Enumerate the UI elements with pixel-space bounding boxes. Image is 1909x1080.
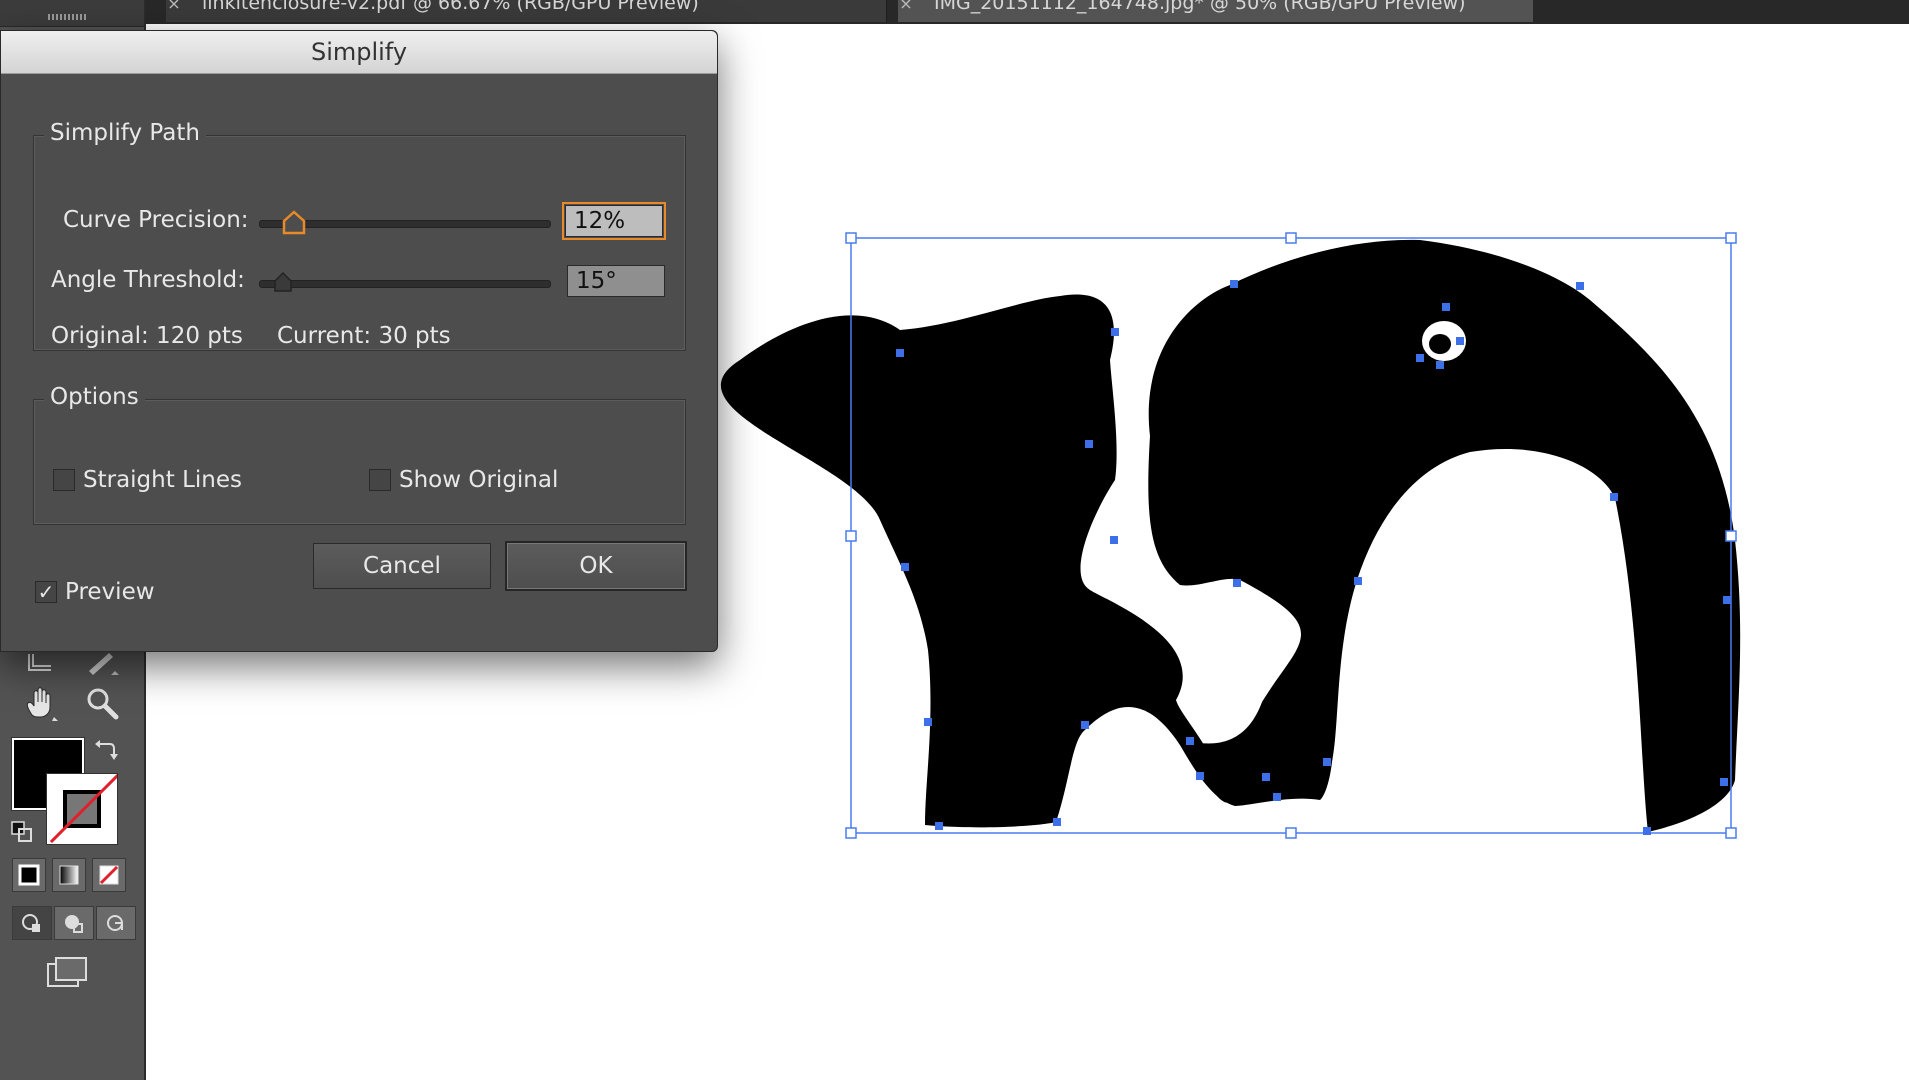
straight-lines-checkbox[interactable]: Straight Lines (53, 467, 242, 493)
tab-close-icon[interactable]: × (166, 0, 182, 13)
elephant-eye-pupil (1429, 334, 1451, 354)
angle-threshold-slider-thumb[interactable] (273, 271, 293, 293)
options-legend: Options (44, 384, 145, 410)
zoom-tool[interactable] (80, 682, 124, 724)
curve-precision-input[interactable] (562, 202, 666, 240)
color-mode-button[interactable] (12, 858, 46, 892)
tools-panel-header[interactable] (0, 0, 144, 27)
original-points-label: Original: 120 pts (51, 323, 243, 349)
preview-checkbox[interactable]: ✓ Preview (35, 579, 155, 605)
illustrator-window: × linkitenclosure-v2.pdf @ 66.67% (RGB/G… (0, 0, 1909, 1080)
hand-tool[interactable] (18, 682, 62, 724)
simplify-dialog: Simplify Simplify Path Curve Precision: … (0, 30, 718, 652)
ok-button[interactable]: OK (505, 541, 687, 591)
preview-checkmark-icon[interactable]: ✓ (35, 581, 57, 603)
draw-mode-row (12, 906, 136, 940)
draw-inside-button[interactable] (96, 906, 136, 940)
simplify-path-legend: Simplify Path (44, 120, 206, 146)
draw-normal-button[interactable] (12, 906, 52, 940)
show-original-checkbox-box[interactable] (369, 469, 391, 491)
document-tab-2[interactable]: × IMG_20151112_164748.jpg* @ 50% (RGB/GP… (898, 0, 1533, 22)
none-mode-icon (99, 865, 119, 885)
straight-lines-checkbox-box[interactable] (53, 469, 75, 491)
default-colors-icon[interactable] (10, 820, 34, 844)
draw-inside-icon (107, 915, 123, 931)
artboard-icon (28, 654, 51, 671)
dialog-title[interactable]: Simplify (1, 31, 717, 74)
tab-label: IMG_20151112_164748.jpg* @ 50% (RGB/GPU … (934, 0, 1466, 14)
draw-behind-button[interactable] (54, 906, 94, 940)
current-points-label: Current: 30 pts (277, 323, 451, 349)
tab-label: linkitenclosure-v2.pdf @ 66.67% (RGB/GPU… (202, 0, 699, 14)
document-tab-bar: × linkitenclosure-v2.pdf @ 66.67% (RGB/G… (146, 0, 1909, 24)
draw-normal-icon (22, 914, 40, 932)
panel-grip-icon[interactable] (48, 14, 88, 20)
options-group: Options (33, 384, 686, 525)
cancel-button[interactable]: Cancel (313, 543, 491, 589)
none-slash-icon (49, 774, 117, 844)
preview-label: Preview (65, 579, 155, 605)
show-original-checkbox[interactable]: Show Original (369, 467, 558, 493)
angle-threshold-label: Angle Threshold: (51, 267, 245, 293)
stroke-color-swatch[interactable] (46, 773, 118, 845)
angle-threshold-slider[interactable] (259, 280, 551, 288)
draw-behind-icon (65, 915, 83, 933)
show-original-label: Show Original (399, 467, 559, 493)
tab-close-icon[interactable]: × (898, 0, 914, 13)
straight-lines-label: Straight Lines (83, 467, 242, 493)
gradient-mode-icon (59, 865, 79, 885)
angle-threshold-input[interactable] (567, 265, 665, 297)
zoom-icon (87, 688, 119, 720)
none-mode-button[interactable] (92, 858, 126, 892)
color-mode-row (12, 858, 126, 892)
swap-fill-stroke-icon[interactable] (94, 738, 118, 762)
curve-precision-slider-thumb[interactable] (281, 209, 307, 235)
curve-precision-label: Curve Precision: (63, 207, 249, 233)
simplify-path-group: Simplify Path (33, 120, 686, 351)
screen-mode-icon (47, 957, 87, 987)
hand-icon (26, 687, 58, 721)
color-mode-icon (18, 864, 40, 886)
document-tab-1[interactable]: × linkitenclosure-v2.pdf @ 66.67% (RGB/G… (166, 0, 887, 22)
gradient-mode-button[interactable] (52, 858, 86, 892)
screen-mode-button[interactable] (44, 952, 92, 994)
